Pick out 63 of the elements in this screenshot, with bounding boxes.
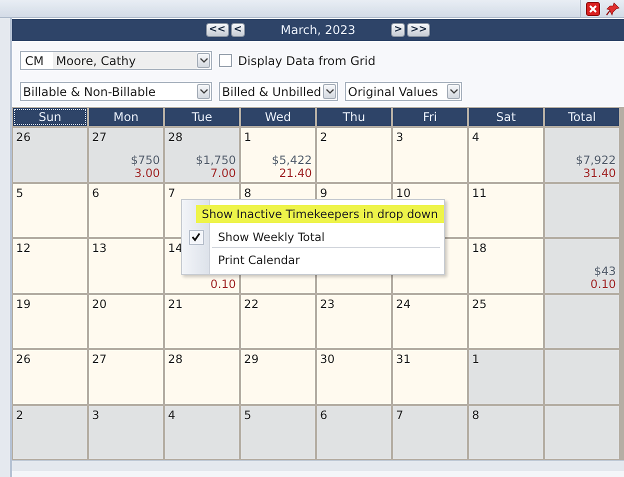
menu-item-label: Show Weekly Total <box>217 229 326 246</box>
hours: 3.00 <box>134 166 160 180</box>
date-number: 4 <box>168 408 176 422</box>
date-number: 28 <box>168 130 183 144</box>
date-number: 3 <box>92 408 100 422</box>
date-number: 28 <box>168 352 183 366</box>
date-number: 11 <box>472 186 487 200</box>
date-number: 2 <box>16 408 24 422</box>
date-number: 2 <box>320 130 328 144</box>
date-number: 6 <box>92 186 100 200</box>
date-number: 29 <box>244 352 259 366</box>
date-number: 1 <box>244 130 252 144</box>
date-number: 27 <box>92 130 107 144</box>
date-number: 21 <box>168 296 183 310</box>
date-number: 23 <box>320 296 335 310</box>
date-number: 24 <box>396 296 411 310</box>
hours: 31.40 <box>583 166 616 180</box>
hours: 7.00 <box>210 166 236 180</box>
hours: 0.10 <box>590 278 616 290</box>
date-number: 6 <box>320 408 328 422</box>
amount: $5,422 <box>272 154 312 166</box>
day-header: Wed <box>241 108 315 126</box>
date-number: 25 <box>472 296 487 310</box>
menu-item-label: Show Inactive Timekeepers in drop down <box>196 205 444 223</box>
date-number: 5 <box>16 186 24 200</box>
date-number: 8 <box>472 408 480 422</box>
date-number: 13 <box>92 241 107 255</box>
hours: 21.40 <box>279 166 312 180</box>
date-number: 5 <box>244 408 252 422</box>
date-number: 3 <box>396 130 404 144</box>
day-header: Sat <box>469 108 543 126</box>
date-number: 14 <box>168 241 183 255</box>
day-header: Total <box>545 108 619 126</box>
menu-item-label: Print Calendar <box>217 252 301 269</box>
date-number: 26 <box>16 352 31 366</box>
date-number: 1 <box>472 352 480 366</box>
amount: $1,750 <box>196 154 236 166</box>
hours: 0.10 <box>210 278 236 290</box>
date-number: 10 <box>396 186 411 200</box>
date-number: 20 <box>92 296 107 310</box>
date-number: 7 <box>168 186 176 200</box>
date-number: 19 <box>16 296 31 310</box>
date-number: 18 <box>472 241 487 255</box>
date-number: 8 <box>244 186 252 200</box>
day-header: Fri <box>393 108 467 126</box>
date-number: 7 <box>396 408 404 422</box>
day-header: Mon <box>89 108 163 126</box>
date-number: 30 <box>320 352 335 366</box>
date-number: 12 <box>16 241 31 255</box>
date-number: 31 <box>396 352 411 366</box>
date-number: 9 <box>320 186 328 200</box>
day-header: Tue <box>165 108 239 126</box>
date-number: 26 <box>16 130 31 144</box>
date-number: 27 <box>92 352 107 366</box>
amount: $43 <box>594 264 616 278</box>
date-number: 4 <box>472 130 480 144</box>
month-title: March, 2023 <box>280 23 356 37</box>
amount: $750 <box>130 154 160 166</box>
day-header: Sun <box>13 108 87 126</box>
checkbox-label: Display Data from Grid <box>238 54 376 68</box>
date-number: 22 <box>244 296 259 310</box>
amount: $7,922 <box>576 154 616 166</box>
day-header: Thu <box>317 108 391 126</box>
